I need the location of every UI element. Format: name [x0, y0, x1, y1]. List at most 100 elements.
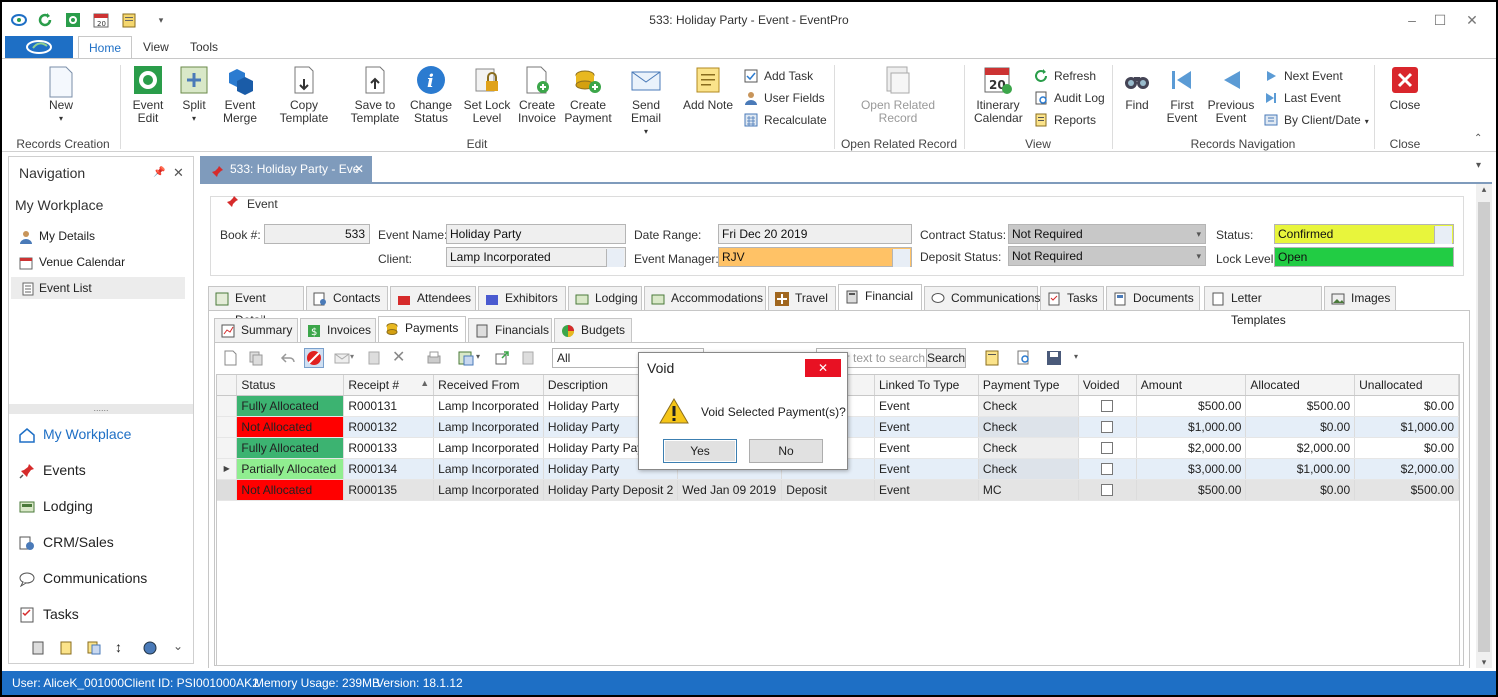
event-manager-field[interactable]: RJV [718, 247, 912, 267]
description-cell[interactable]: Holiday Party Deposit 2 [543, 479, 679, 501]
close-panel-icon[interactable]: ✕ [173, 165, 184, 181]
add-task-button[interactable]: Add Task [744, 67, 813, 85]
voided-cell[interactable] [1078, 479, 1137, 501]
status-field[interactable]: Confirmed [1274, 224, 1454, 244]
client-field[interactable]: Lamp Incorporated [446, 247, 626, 267]
unallocated-cell[interactable]: $500.00 [1354, 479, 1459, 501]
tab-summary[interactable]: Summary [214, 318, 298, 342]
voided-checkbox[interactable] [1101, 421, 1114, 434]
status-cell[interactable]: Fully Allocated [236, 437, 345, 459]
tab-lodging[interactable]: Lodging [568, 286, 642, 310]
voided-cell[interactable] [1078, 395, 1137, 417]
email-icon[interactable] [334, 350, 350, 366]
allocated-cell[interactable]: $0.00 [1245, 416, 1356, 438]
unallocated-cell[interactable]: $1,000.00 [1354, 416, 1459, 438]
recalculate-button[interactable]: Recalculate [744, 111, 827, 129]
user-fields-button[interactable]: User Fields [744, 89, 825, 107]
tab-financials[interactable]: Financials [468, 318, 552, 342]
yes-button[interactable]: Yes [663, 439, 737, 463]
amount-cell[interactable]: $3,000.00 [1136, 458, 1247, 480]
type-cell[interactable]: Deposit [781, 479, 875, 501]
book-number-field[interactable]: 533 [264, 224, 370, 244]
voided-checkbox[interactable] [1101, 463, 1114, 476]
clipboard-icon[interactable] [366, 350, 382, 366]
report-icon[interactable] [984, 350, 1000, 366]
status-cell[interactable]: Not Allocated [236, 479, 345, 501]
close-button[interactable]: Close [1388, 65, 1422, 112]
save-dropdown-icon[interactable]: ▾ [1074, 352, 1078, 361]
sort-arrows-icon[interactable]: ↕ [115, 639, 122, 655]
lookup-button[interactable] [892, 249, 910, 267]
maximize-button[interactable]: ☐ [1430, 10, 1450, 30]
previous-event-button[interactable]: Previous Event [1206, 65, 1256, 125]
close-window-button[interactable]: ✕ [1462, 10, 1482, 30]
column-header-voided[interactable]: Voided [1078, 375, 1137, 396]
void-icon[interactable] [304, 348, 324, 368]
nav-item-event-list[interactable]: Event List [11, 277, 185, 299]
tab-images[interactable]: Images [1324, 286, 1396, 310]
linked-to-type-cell[interactable]: Event [874, 479, 979, 501]
column-header-payment-type[interactable]: Payment Type [978, 375, 1079, 396]
change-status-button[interactable]: i Change Status [408, 65, 454, 125]
globe-icon[interactable] [143, 641, 157, 658]
split-button[interactable]: Split ▾ [176, 65, 212, 125]
tab-documents[interactable]: Documents [1106, 286, 1200, 310]
add-note-button[interactable]: Add Note [682, 65, 734, 112]
payment-type-cell[interactable]: Check [978, 395, 1079, 417]
reply-icon[interactable] [280, 350, 296, 366]
module-my-workplace[interactable]: My Workplace [19, 422, 131, 446]
audit-log-button[interactable]: Audit Log [1034, 89, 1105, 107]
tab-home[interactable]: Home [78, 36, 133, 58]
nav-item-my-details[interactable]: My Details [17, 225, 191, 247]
tab-accommodations[interactable]: Accommodations [644, 286, 766, 310]
more-chevron-icon[interactable]: ⌄ [173, 639, 183, 653]
column-header-receipt[interactable]: Receipt # ▲ [343, 375, 435, 396]
tab-event-detail[interactable]: Event Detail [208, 286, 304, 327]
column-header-unallocated[interactable]: Unallocated [1354, 375, 1459, 396]
voided-checkbox[interactable] [1101, 484, 1114, 497]
grid-view-icon[interactable] [458, 350, 474, 366]
unallocated-cell[interactable]: $2,000.00 [1354, 458, 1459, 480]
no-button[interactable]: No [749, 439, 823, 463]
tab-travel[interactable]: Travel [768, 286, 836, 310]
tab-communications[interactable]: Communications [924, 286, 1040, 310]
scroll-thumb[interactable] [1478, 202, 1490, 652]
find-document-icon[interactable] [1016, 350, 1032, 366]
find-button[interactable]: Find [1122, 65, 1152, 112]
save-icon[interactable] [1046, 350, 1062, 366]
next-event-button[interactable]: Next Event [1264, 67, 1343, 85]
status-cell[interactable]: Not Allocated [236, 416, 345, 438]
panel-splitter[interactable]: ...... [9, 404, 193, 414]
refresh-button[interactable]: Refresh [1034, 67, 1096, 85]
allocated-cell[interactable]: $2,000.00 [1245, 437, 1356, 459]
tab-budgets[interactable]: Budgets [554, 318, 632, 342]
receipt-cell[interactable]: R000132 [343, 416, 435, 438]
calculator-icon[interactable] [31, 641, 45, 658]
amount-cell[interactable]: $500.00 [1136, 395, 1247, 417]
payment-type-cell[interactable]: Check [978, 437, 1079, 459]
set-lock-level-button[interactable]: Set Lock Level [462, 65, 512, 125]
minimize-button[interactable]: – [1402, 10, 1422, 30]
voided-cell[interactable] [1078, 416, 1137, 438]
linked-to-type-cell[interactable]: Event [874, 437, 979, 459]
status-cell[interactable]: Fully Allocated [236, 395, 345, 417]
tab-view[interactable]: View [133, 36, 179, 58]
allocated-cell[interactable]: $0.00 [1245, 479, 1356, 501]
amount-cell[interactable]: $500.00 [1136, 479, 1247, 501]
date-cell[interactable]: Wed Jan 09 2019 [677, 479, 783, 501]
linked-to-type-cell[interactable]: Event [874, 395, 979, 417]
tab-exhibitors[interactable]: Exhibitors [478, 286, 566, 310]
table-row[interactable]: Not Allocated R000135 Lamp Incorporated … [217, 479, 1459, 501]
linked-to-type-cell[interactable]: Event [874, 416, 979, 438]
copy-icon[interactable] [248, 350, 264, 366]
itinerary-calendar-button[interactable]: 20 Itinerary Calendar [974, 65, 1023, 125]
payment-type-cell[interactable]: Check [978, 458, 1079, 480]
column-header-linked-to-type[interactable]: Linked To Type [874, 375, 979, 396]
dialog-close-button[interactable]: ✕ [805, 359, 841, 377]
document-tab[interactable]: 533: Holiday Party - Eve ✕ [200, 156, 372, 182]
receipt-cell[interactable]: R000134 [343, 458, 435, 480]
row-indicator[interactable]: ▶ [217, 458, 238, 480]
lock-level-field[interactable]: Open [1274, 247, 1454, 267]
linked-to-type-cell[interactable]: Event [874, 458, 979, 480]
received-from-cell[interactable]: Lamp Incorporated [433, 437, 544, 459]
